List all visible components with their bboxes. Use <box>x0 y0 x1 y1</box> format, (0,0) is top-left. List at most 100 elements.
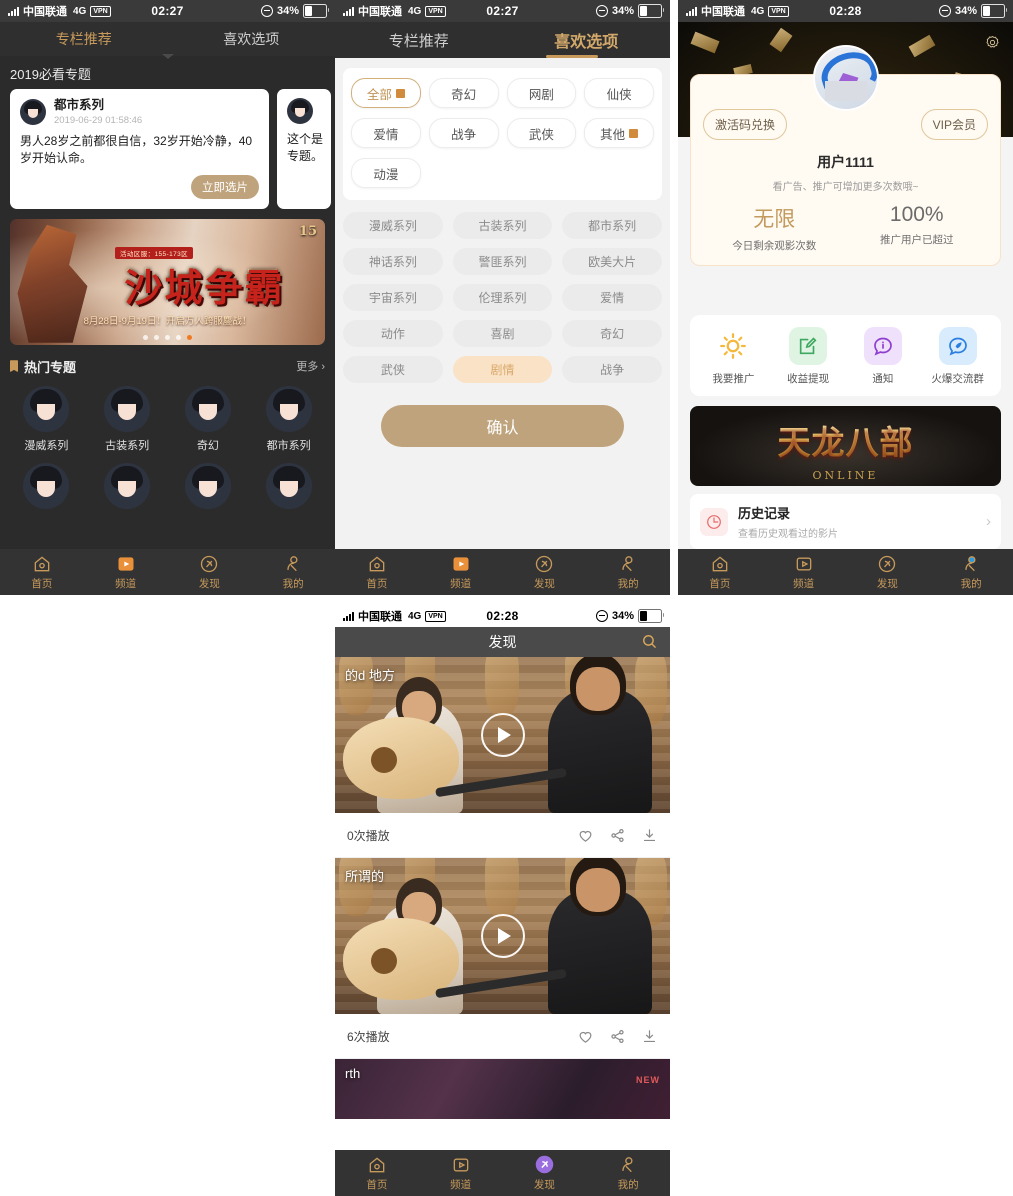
hot-topic-item[interactable] <box>248 462 329 509</box>
stat-label: 推广用户已超过 <box>880 234 954 246</box>
heart-icon[interactable] <box>577 1028 594 1045</box>
tab-column-recommend[interactable]: 专栏推荐 <box>335 30 503 51</box>
chip-fantasy[interactable]: 奇幻 <box>428 78 499 108</box>
category-chip[interactable]: 伦理系列 <box>452 284 553 311</box>
home-icon <box>0 553 84 574</box>
hot-topic-label: 漫威系列 <box>24 439 69 452</box>
video-thumbnail[interactable]: 的d 地方 <box>335 657 670 813</box>
tabbar-item-channel[interactable]: 频道 <box>762 553 846 591</box>
video-thumbnail[interactable]: 所谓的 <box>335 858 670 1014</box>
tabbar-item-channel[interactable]: 频道 <box>419 553 503 591</box>
hot-topic-item[interactable]: 奇幻 <box>168 385 249 453</box>
quick-action-promote[interactable]: 我要推广 <box>696 327 771 386</box>
hot-topic-label: 古装系列 <box>105 439 150 452</box>
battery-icon <box>638 4 664 18</box>
share-icon[interactable] <box>609 827 626 844</box>
quick-action-label: 通知 <box>872 373 894 385</box>
tabbar-item-discover[interactable]: 发现 <box>168 553 252 591</box>
chevron-down-icon[interactable] <box>161 54 174 59</box>
category-chip[interactable]: 喜剧 <box>452 320 553 347</box>
select-film-button[interactable]: 立即选片 <box>191 174 259 199</box>
video-item[interactable]: 所谓的 6次播放 <box>335 858 670 1059</box>
orange-square-icon <box>629 128 639 138</box>
vip-member-button[interactable]: VIP会员 <box>920 109 988 140</box>
tabbar-item-profile[interactable]: 我的 <box>586 553 670 591</box>
chip-wuxia[interactable]: 武侠 <box>506 118 577 148</box>
confirm-button[interactable]: 确认 <box>381 405 624 447</box>
video-item[interactable]: 的d 地方 0次播放 <box>335 657 670 858</box>
tabbar-label: 发现 <box>533 1179 555 1191</box>
category-chip[interactable]: 神话系列 <box>343 248 443 275</box>
quick-action-notifications[interactable]: 通知 <box>846 327 921 386</box>
topic-card-peek[interactable]: 这个是专题。 <box>277 89 331 209</box>
heart-icon[interactable] <box>577 827 594 844</box>
card-title: 都市系列 <box>54 98 105 112</box>
search-icon[interactable] <box>641 633 658 650</box>
tabbar-item-home[interactable]: 首页 <box>678 553 762 591</box>
chip-other[interactable]: 其他 <box>584 118 654 148</box>
category-chip[interactable]: 漫威系列 <box>343 212 443 239</box>
redeem-code-button[interactable]: 激活码兑换 <box>703 109 788 140</box>
tabbar-item-profile[interactable]: 我的 <box>929 553 1013 591</box>
download-icon[interactable] <box>641 827 658 844</box>
hot-topic-item[interactable]: 都市系列 <box>248 385 329 453</box>
tabbar-item-discover[interactable]: 发现 <box>503 553 587 591</box>
chip-anime[interactable]: 动漫 <box>351 158 421 188</box>
hot-topic-item[interactable] <box>168 462 249 509</box>
download-icon[interactable] <box>641 1028 658 1045</box>
promo-banner[interactable]: 15 活动区服：155-173区 沙城争霸 8月28日-9月19日！开启万人跨服… <box>10 218 325 345</box>
profile-card: 激活码兑换 VIP会员 用户1111 看广告、推广可增加更多次数哦~ 无限 今日… <box>690 45 1001 266</box>
category-chip[interactable]: 爱情 <box>562 284 663 311</box>
tab-favorite-options[interactable]: 喜欢选项 <box>168 29 336 49</box>
category-chip[interactable]: 宇宙系列 <box>343 284 443 311</box>
category-chip[interactable]: 都市系列 <box>562 212 663 239</box>
tabbar-item-home[interactable]: 首页 <box>335 1154 419 1192</box>
hot-topic-item[interactable]: 漫威系列 <box>6 385 87 453</box>
hot-topic-item[interactable]: 古装系列 <box>87 385 168 453</box>
chip-webdrama[interactable]: 网剧 <box>506 78 577 108</box>
game-ad-banner[interactable]: 天龙八部 ONLINE <box>690 406 1001 486</box>
bottom-tabbar: 首页 频道 发现 我的 <box>335 549 670 595</box>
tab-column-recommend[interactable]: 专栏推荐 <box>0 29 168 49</box>
hot-topic-item[interactable] <box>6 462 87 509</box>
category-chip-selected[interactable]: 剧情 <box>452 356 553 383</box>
hot-topic-item[interactable] <box>87 462 168 509</box>
category-chip[interactable]: 奇幻 <box>562 320 663 347</box>
tabbar-item-profile[interactable]: 我的 <box>586 1154 670 1192</box>
tabbar-item-channel[interactable]: 频道 <box>419 1154 503 1192</box>
card-carousel[interactable]: 都市系列 2019-06-29 01:58:46 男人28岁之前都很自信，32岁… <box>0 89 335 209</box>
tabbar-item-channel[interactable]: 频道 <box>84 553 168 591</box>
category-chip[interactable]: 警匪系列 <box>452 248 553 275</box>
tabbar-item-home[interactable]: 首页 <box>335 553 419 591</box>
info-bubble-icon <box>863 327 902 365</box>
tabbar-item-discover[interactable]: 发现 <box>503 1154 587 1192</box>
quick-action-group[interactable]: 火爆交流群 <box>920 327 995 386</box>
category-chip[interactable]: 武侠 <box>343 356 443 383</box>
category-chip-group: 漫威系列 古装系列 都市系列 神话系列 警匪系列 欧美大片 宇宙系列 伦理系列 … <box>343 212 663 383</box>
play-icon[interactable] <box>480 713 525 757</box>
category-chip[interactable]: 欧美大片 <box>562 248 663 275</box>
play-icon[interactable] <box>480 914 525 958</box>
chip-all[interactable]: 全部 <box>351 78 421 108</box>
share-icon[interactable] <box>609 1028 626 1045</box>
battery-icon <box>981 4 1007 18</box>
gear-icon[interactable] <box>984 34 1001 51</box>
status-bar: 中国联通 4G VPN 02:28 34% <box>335 605 670 627</box>
category-chip[interactable]: 古装系列 <box>452 212 553 239</box>
chip-war[interactable]: 战争 <box>428 118 499 148</box>
category-chip[interactable]: 战争 <box>562 356 663 383</box>
carousel-dots[interactable] <box>10 334 325 340</box>
tabbar-item-discover[interactable]: 发现 <box>846 553 930 591</box>
tabbar-item-home[interactable]: 首页 <box>0 553 84 591</box>
avatar[interactable] <box>812 45 879 111</box>
chip-xianxia[interactable]: 仙侠 <box>584 78 654 108</box>
history-row[interactable]: 历史记录 查看历史观看过的影片 › <box>690 494 1001 549</box>
tabbar-item-profile[interactable]: 我的 <box>251 553 335 591</box>
topic-card[interactable]: 都市系列 2019-06-29 01:58:46 男人28岁之前都很自信，32岁… <box>10 89 269 209</box>
more-link[interactable]: 更多 › <box>296 358 325 374</box>
tab-favorite-options[interactable]: 喜欢选项 <box>503 28 671 52</box>
category-chip[interactable]: 动作 <box>343 320 443 347</box>
chip-romance[interactable]: 爱情 <box>351 118 421 148</box>
video-item-partial[interactable]: rth NEW <box>335 1059 670 1119</box>
quick-action-withdraw[interactable]: 收益提现 <box>771 327 846 386</box>
